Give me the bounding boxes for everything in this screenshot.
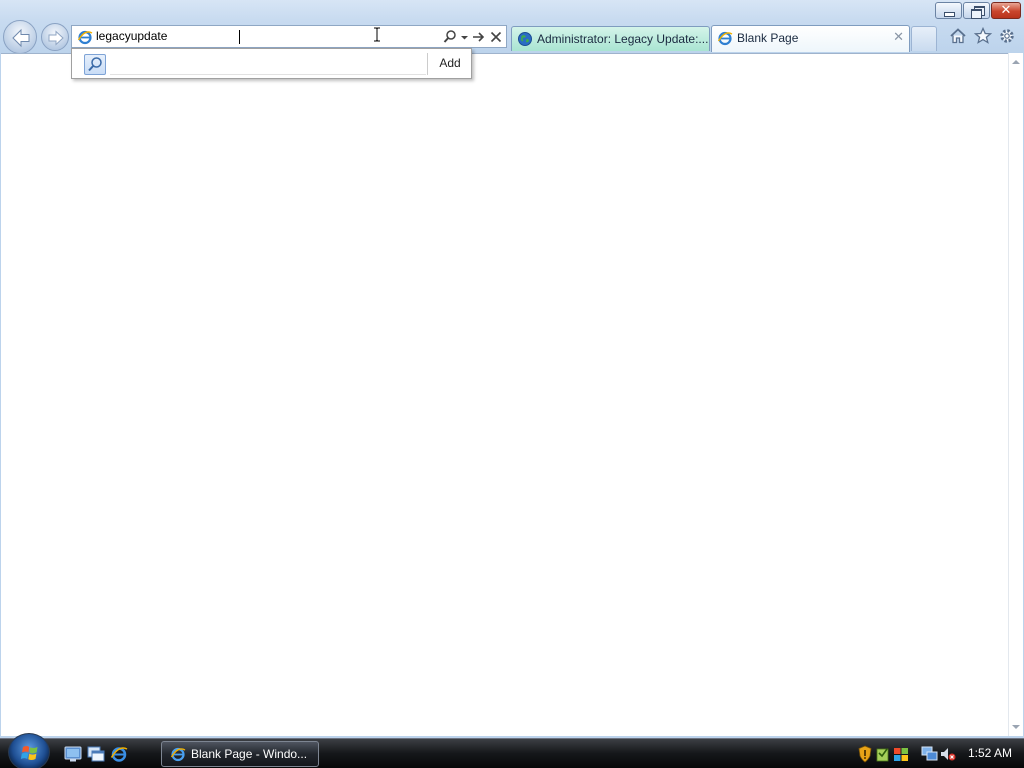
dropdown-separator	[427, 53, 428, 75]
new-tab-button[interactable]	[911, 26, 937, 51]
minimize-button[interactable]	[935, 2, 962, 19]
forward-arrow-icon	[48, 30, 64, 46]
close-window-button[interactable]: ✕	[991, 2, 1021, 19]
caption-buttons: ✕	[935, 2, 1021, 19]
address-tools	[443, 28, 503, 45]
search-icon[interactable]	[443, 29, 457, 45]
back-arrow-icon	[12, 28, 30, 48]
search-icon	[88, 57, 102, 72]
back-button[interactable]	[3, 20, 37, 54]
taskbar-button-label: Blank Page - Windo...	[191, 747, 308, 761]
ie-page-icon	[77, 30, 93, 45]
network-icon[interactable]	[921, 745, 938, 763]
tab-blank-page[interactable]: Blank Page ✕	[711, 25, 910, 52]
stop-icon[interactable]	[489, 29, 503, 45]
security-alert-icon[interactable]	[876, 745, 890, 763]
address-input[interactable]	[96, 26, 396, 47]
tab-legacy-update[interactable]: Administrator: Legacy Update:...	[511, 26, 710, 51]
add-search-provider-button[interactable]: Add	[430, 49, 470, 78]
dropdown-arrow-icon[interactable]	[460, 29, 469, 45]
windows-start-orb[interactable]	[8, 733, 50, 768]
system-clock[interactable]: 1:52 AM	[962, 739, 1018, 768]
dropdown-divider	[110, 74, 426, 75]
action-center-flag-icon[interactable]	[893, 745, 909, 763]
tab-label: Administrator: Legacy Update:...	[537, 32, 709, 46]
volume-muted-icon[interactable]	[940, 745, 956, 763]
switch-windows-icon[interactable]	[87, 745, 105, 763]
vertical-scrollbar[interactable]	[1008, 53, 1023, 736]
tab-label: Blank Page	[737, 31, 799, 45]
security-shield-icon[interactable]	[858, 745, 872, 763]
internet-explorer-icon	[170, 747, 186, 762]
ie-page-icon	[717, 31, 733, 46]
address-dropdown: Add	[71, 48, 472, 79]
windows-logo-icon	[20, 746, 38, 760]
restore-button[interactable]	[963, 2, 990, 19]
text-caret	[239, 30, 240, 44]
show-desktop-icon[interactable]	[64, 745, 82, 763]
go-arrow-icon[interactable]	[472, 29, 486, 45]
legacy-update-globe-icon	[518, 32, 532, 46]
search-provider-button[interactable]	[84, 54, 106, 75]
close-icon: ✕	[1000, 3, 1012, 18]
text-cursor-icon	[374, 27, 380, 42]
internet-explorer-icon[interactable]	[110, 745, 128, 763]
tools-gear-icon[interactable]	[997, 26, 1017, 46]
favorites-star-icon[interactable]	[973, 26, 993, 46]
page-content[interactable]	[1, 53, 1008, 736]
taskbar-ie-window-button[interactable]: Blank Page - Windo...	[161, 741, 319, 767]
home-icon[interactable]	[948, 26, 968, 46]
close-tab-icon[interactable]: ✕	[893, 26, 904, 50]
scroll-up-icon[interactable]	[1012, 60, 1020, 64]
taskbar: Blank Page - Windo... 1:52 AM	[0, 733, 1024, 768]
address-bar[interactable]	[71, 25, 507, 48]
forward-button[interactable]	[41, 23, 69, 51]
scroll-down-icon[interactable]	[1012, 725, 1020, 729]
